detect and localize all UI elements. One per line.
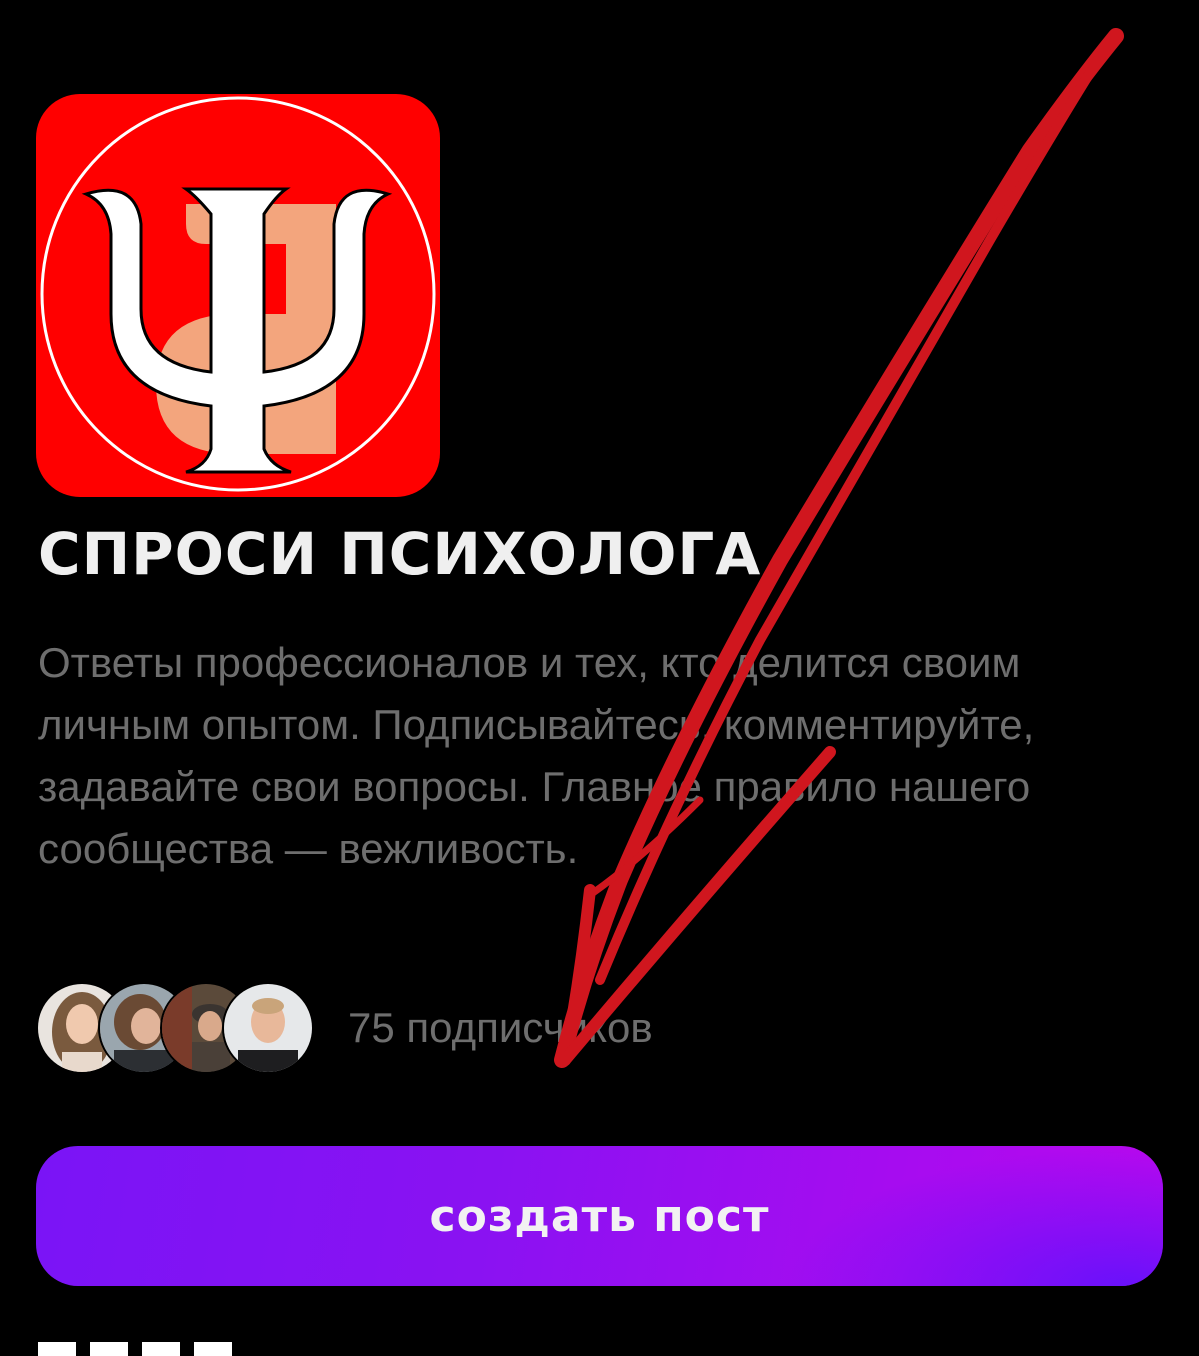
community-logo	[36, 94, 440, 497]
create-post-button[interactable]: создать пост	[36, 1146, 1163, 1286]
community-description: Ответы профессионалов и тех, кто делится…	[38, 639, 1035, 872]
next-section-heading-partial	[38, 1336, 258, 1356]
subscriber-avatars[interactable]	[36, 982, 314, 1074]
psi-logo-icon	[36, 94, 440, 497]
create-post-label: создать пост	[429, 1190, 770, 1242]
subscribers-count[interactable]: 75 подписчиков	[348, 1004, 653, 1052]
avatar	[222, 982, 314, 1074]
community-title: СПРОСИ ПСИХОЛОГА	[38, 520, 762, 588]
subscribers-row[interactable]: 75 подписчиков	[36, 982, 653, 1074]
